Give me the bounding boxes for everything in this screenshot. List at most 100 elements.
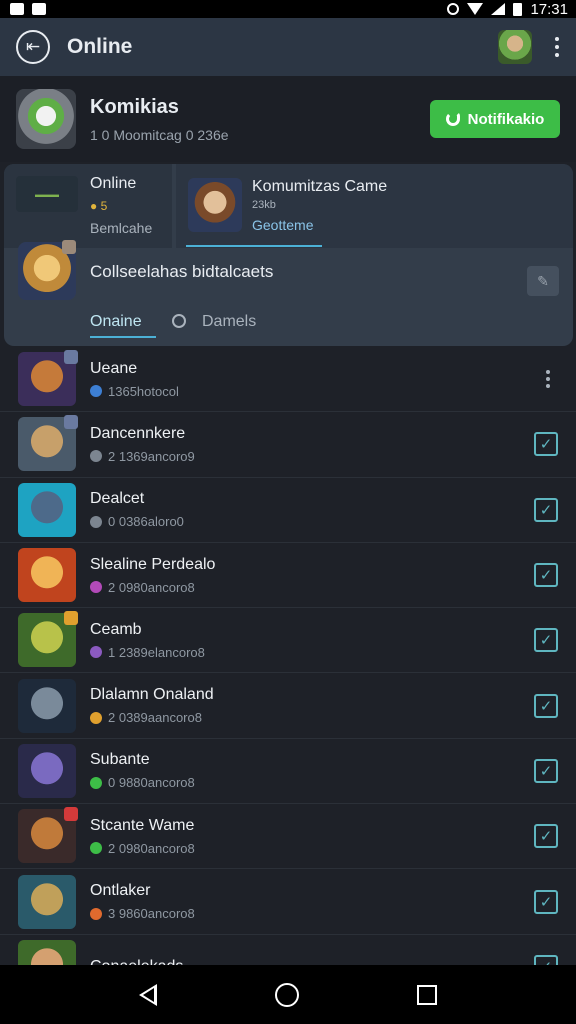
checkbox-checked-icon[interactable]: ✓ <box>534 432 558 457</box>
back-button[interactable]: ⇤ <box>16 30 50 64</box>
tab-online-indicator <box>90 336 156 338</box>
signal-icon <box>491 3 506 15</box>
game-image <box>18 874 76 929</box>
row-menu-icon[interactable] <box>546 370 550 389</box>
status-dot-icon <box>90 776 102 789</box>
game-title: Slealine Perdealo <box>90 555 216 573</box>
game-image <box>18 807 78 864</box>
wifi-icon <box>467 3 484 15</box>
game-subtitle: 0 0386aloro0 <box>108 514 184 530</box>
game-title: Subante <box>90 751 150 769</box>
nav-back-icon[interactable] <box>139 983 157 1006</box>
profile-header: Komikias 1 0 Moomitcag 0 236e Notifikaki… <box>0 76 576 162</box>
checkbox-checked-icon[interactable]: ✓ <box>534 497 558 522</box>
game-image <box>18 678 76 733</box>
game-row[interactable]: Ceamb 1 2389elancoro8 ✓ <box>0 608 576 674</box>
game-list: Ueane 1365hotocol Dancennkere 2 1369anco… <box>0 347 576 965</box>
game-badge <box>64 611 78 626</box>
notification-button-label: Notifikakio <box>467 110 545 128</box>
profile-image <box>16 89 76 149</box>
game-title: Stcante Wame <box>90 816 195 834</box>
game-subtitle: 0 9880ancoro8 <box>108 775 195 791</box>
game-title: Dlalamn Onaland <box>90 686 214 704</box>
game-badge <box>64 415 78 430</box>
game-subtitle: 2 1369ancoro9 <box>108 448 195 464</box>
game-image <box>18 415 78 472</box>
notification-icon <box>10 3 24 15</box>
avatar[interactable] <box>498 30 532 64</box>
game-row[interactable]: Conaelekads ✓ <box>0 935 576 965</box>
phone-icon <box>445 112 460 126</box>
game-subtitle: 2 0389aancoro8 <box>108 710 202 726</box>
game-logo: ▬▬▬ <box>16 176 78 212</box>
game-row[interactable]: Dealcet 0 0386aloro0 ✓ <box>0 478 576 543</box>
featured-game[interactable]: Komumitzas Came 23kb Geotteme <box>176 164 573 248</box>
game-row[interactable]: Ontlaker 3 9860ancoro8 ✓ <box>0 869 576 935</box>
status-bar: 17:31 <box>0 0 576 18</box>
community-badge <box>62 240 76 254</box>
community-card: ▬▬▬ Online ● 5 Bemlcahe Komumitzas Came … <box>4 164 573 346</box>
game-image <box>18 611 78 668</box>
game-row[interactable]: Ueane 1365hotocol <box>0 347 576 413</box>
game-title: Ueane <box>90 359 138 377</box>
checkbox-checked-icon[interactable]: ✓ <box>534 563 558 588</box>
online-panel-title: Online <box>90 175 137 192</box>
game-title: Ceamb <box>90 620 142 638</box>
checkbox-checked-icon[interactable]: ✓ <box>534 889 558 914</box>
game-title: Dancennkere <box>90 424 186 442</box>
game-title: Conaelekads <box>90 958 576 965</box>
status-dot-icon <box>90 515 102 528</box>
coins-badge: ● 5 <box>90 199 108 213</box>
checkbox-checked-icon[interactable]: ✓ <box>534 693 558 718</box>
checkbox-checked-icon[interactable]: ✓ <box>534 954 558 965</box>
game-badge <box>64 807 78 822</box>
profile-subtitle: 1 0 Moomitcag 0 236e <box>90 126 229 143</box>
checkbox-checked-icon[interactable]: ✓ <box>534 824 558 849</box>
featured-game-underline <box>186 245 322 247</box>
online-panel[interactable]: ▬▬▬ Online ● 5 Bemlcahe <box>4 164 172 248</box>
wrench-icon[interactable]: ✎ <box>527 266 559 296</box>
app-bar: ⇤ Online <box>0 18 576 76</box>
tab-online[interactable]: Onaine <box>90 313 142 331</box>
status-dot-icon <box>90 907 102 920</box>
game-title: Dealcet <box>90 490 145 508</box>
checkbox-checked-icon[interactable]: ✓ <box>534 758 558 783</box>
game-image <box>18 743 76 798</box>
game-title: Ontlaker <box>90 882 151 900</box>
game-image <box>18 482 76 537</box>
status-dot-icon <box>90 581 102 594</box>
battery-icon <box>513 2 523 16</box>
game-row[interactable]: Dlalamn Onaland 2 0389aancoro8 ✓ <box>0 673 576 739</box>
game-image <box>18 548 76 603</box>
download-icon <box>32 3 46 15</box>
game-row[interactable]: Stcante Wame 2 0980ancoro8 ✓ <box>0 804 576 870</box>
community-title: Collseelahas bidtalcaets <box>90 262 274 281</box>
game-subtitle: 3 9860ancoro8 <box>108 906 195 922</box>
game-subtitle: 1365hotocol <box>108 383 179 399</box>
game-row[interactable]: Slealine Perdealo 2 0980ancoro8 ✓ <box>0 543 576 609</box>
overflow-menu-icon[interactable] <box>552 37 562 57</box>
game-row[interactable]: Subante 0 9880ancoro8 ✓ <box>0 739 576 805</box>
featured-game-title: Komumitzas Came <box>252 178 388 195</box>
status-dot-icon <box>90 842 102 855</box>
checkbox-checked-icon[interactable]: ✓ <box>534 628 558 653</box>
location-icon <box>447 3 460 15</box>
tab-games[interactable]: Damels <box>202 313 256 331</box>
nav-home-icon[interactable] <box>275 982 299 1007</box>
game-badge <box>64 350 78 365</box>
featured-game-image <box>188 178 242 232</box>
status-dot-icon <box>90 450 102 463</box>
notification-button[interactable]: Notifikakio <box>430 100 560 138</box>
profile-name: Komikias <box>90 95 179 118</box>
game-image <box>18 939 76 965</box>
status-dot-icon <box>90 385 102 398</box>
nav-recents-icon[interactable] <box>417 984 437 1005</box>
game-subtitle: 2 0980ancoro8 <box>108 840 195 856</box>
game-image <box>18 350 78 407</box>
featured-game-tag: Geotteme <box>252 217 314 233</box>
game-subtitle: 2 0980ancoro8 <box>108 579 195 595</box>
featured-game-level: 23kb <box>252 199 276 211</box>
status-time: 17:31 <box>530 0 568 18</box>
navigation-bar <box>0 965 576 1024</box>
game-row[interactable]: Dancennkere 2 1369ancoro9 ✓ <box>0 412 576 478</box>
